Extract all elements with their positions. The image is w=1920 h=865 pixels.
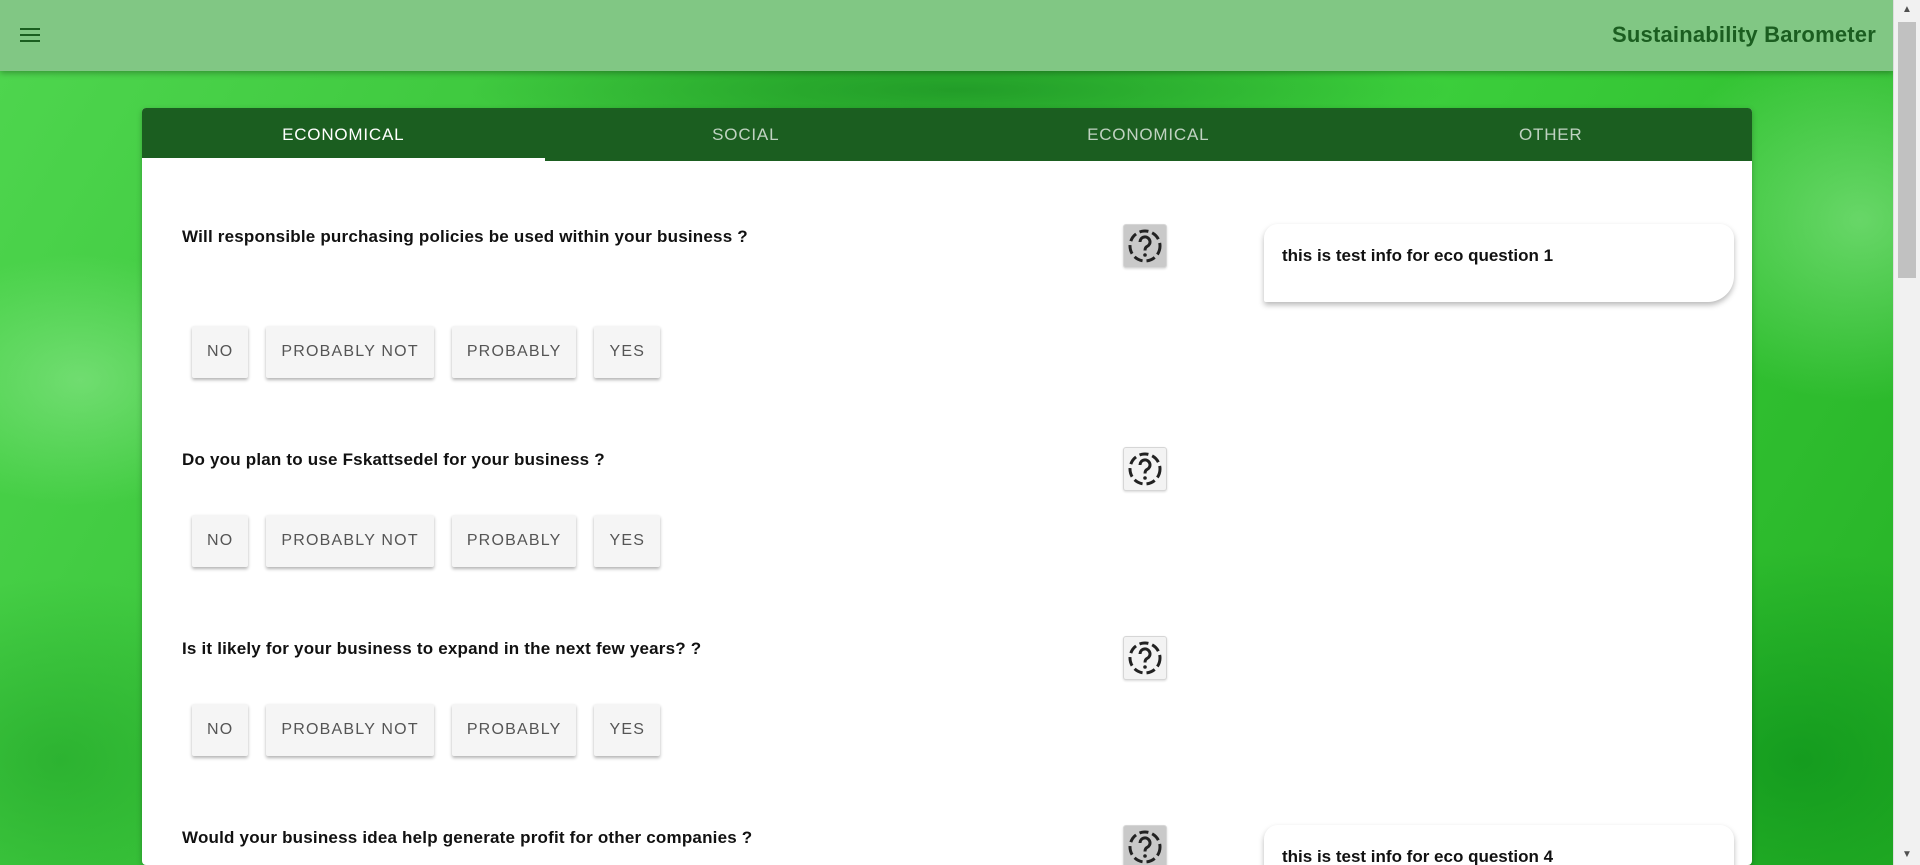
questionnaire-card: ECONOMICAL SOCIAL ECONOMICAL OTHER Will … [142,108,1752,865]
answer-probably-not-button[interactable]: PROBABLY NOT [266,326,434,378]
tab-other[interactable]: OTHER [1350,108,1753,161]
tab-economical[interactable]: ECONOMICAL [142,108,545,161]
info-bubble-question-4: this is test info for eco question 4 [1264,825,1734,865]
question-mark-circle-icon[interactable] [1123,636,1167,680]
answer-no-button[interactable]: NO [192,515,249,567]
app-title: Sustainability Barometer [1612,22,1876,47]
info-bubble-question-1: this is test info for eco question 1 [1264,224,1734,302]
vertical-scrollbar[interactable]: ▲ ▼ [1893,0,1920,865]
answer-group-question-2: NO PROBABLY NOT PROBABLY YES [192,515,661,567]
question-mark-circle-icon[interactable] [1123,825,1167,865]
question-2-text: Do you plan to use Fskattsedel for your … [182,450,605,469]
answer-probably-not-button[interactable]: PROBABLY NOT [266,704,434,756]
question-mark-circle-icon[interactable] [1123,447,1167,491]
question-4-text: Would your business idea help generate p… [182,828,753,847]
scroll-up-arrow-icon[interactable]: ▲ [1894,0,1920,20]
category-tabs: ECONOMICAL SOCIAL ECONOMICAL OTHER [142,108,1752,161]
question-mark-circle-icon[interactable] [1123,224,1167,268]
top-app-bar: Sustainability Barometer [0,0,1894,71]
tab-social[interactable]: SOCIAL [545,108,948,161]
answer-no-button[interactable]: NO [192,704,249,756]
answer-yes-button[interactable]: YES [594,704,661,756]
answer-probably-button[interactable]: PROBABLY [451,704,577,756]
answer-yes-button[interactable]: YES [594,326,661,378]
question-1-text: Will responsible purchasing policies be … [182,227,748,246]
scroll-down-arrow-icon[interactable]: ▼ [1894,845,1920,865]
hamburger-menu-icon[interactable] [18,24,46,48]
question-3-text: Is it likely for your business to expand… [182,639,702,658]
answer-probably-button[interactable]: PROBABLY [451,515,577,567]
answer-no-button[interactable]: NO [192,326,249,378]
answer-group-question-3: NO PROBABLY NOT PROBABLY YES [192,704,661,756]
answer-yes-button[interactable]: YES [594,515,661,567]
tab-economical-2[interactable]: ECONOMICAL [947,108,1350,161]
answer-group-question-1: NO PROBABLY NOT PROBABLY YES [192,326,661,378]
answer-probably-not-button[interactable]: PROBABLY NOT [266,515,434,567]
answer-probably-button[interactable]: PROBABLY [451,326,577,378]
scrollbar-thumb[interactable] [1898,22,1916,278]
